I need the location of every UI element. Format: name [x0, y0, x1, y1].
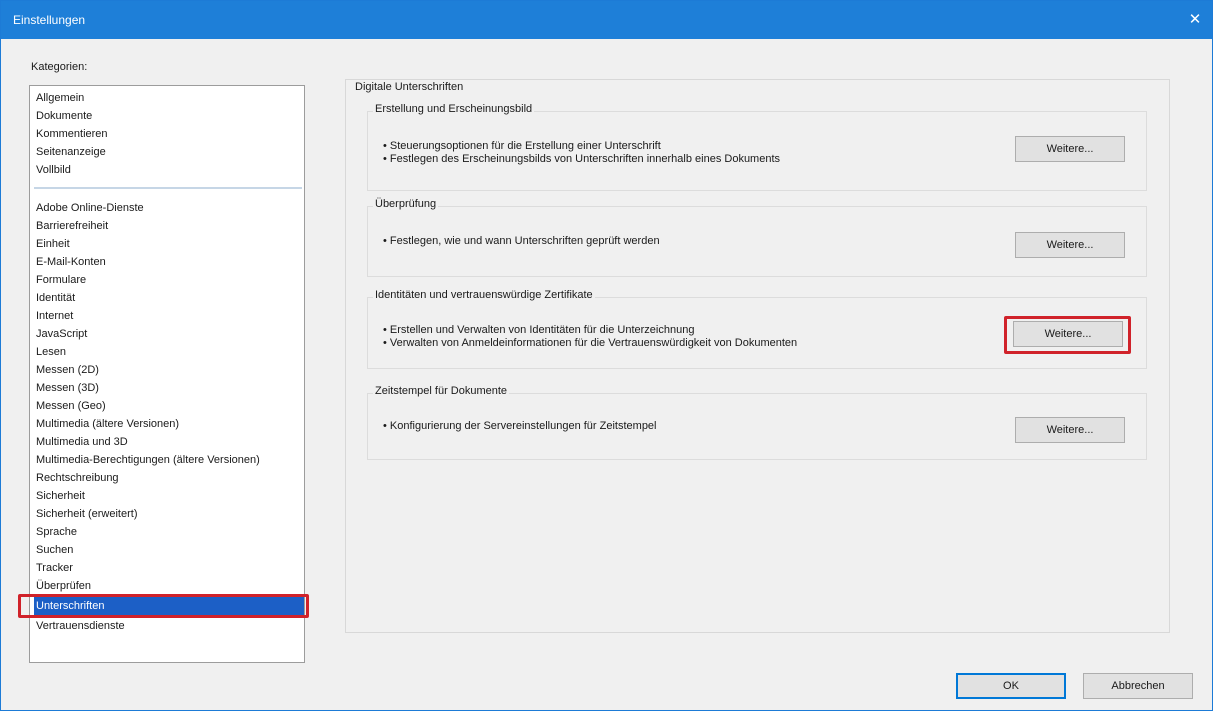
settings-dialog: Einstellungen ✕ Kategorien: Allgemein Do… — [0, 0, 1213, 711]
category-item[interactable]: Adobe Online-Dienste — [34, 199, 304, 217]
section-title: Überprüfung — [373, 198, 439, 210]
window-title: Einstellungen — [13, 13, 86, 27]
verification-more-button[interactable]: Weitere... — [1015, 232, 1125, 258]
category-item[interactable]: Internet — [34, 307, 304, 325]
category-item[interactable]: Seitenanzeige — [34, 143, 304, 161]
categories-list[interactable]: Allgemein Dokumente Kommentieren Seitena… — [29, 85, 305, 663]
category-separator — [34, 187, 302, 189]
category-item[interactable]: Messen (2D) — [34, 361, 304, 379]
category-item[interactable]: Allgemein — [34, 89, 304, 107]
category-item[interactable]: Vollbild — [34, 161, 304, 179]
section-bullet: • Festlegen, wie und wann Unterschriften… — [383, 235, 660, 247]
category-item[interactable]: Messen (3D) — [34, 379, 304, 397]
category-item[interactable]: Identität — [34, 289, 304, 307]
section-title: Identitäten und vertrauenswürdige Zertif… — [373, 289, 595, 301]
category-item[interactable]: Überprüfen — [34, 577, 304, 595]
category-item-selected[interactable]: Unterschriften — [34, 597, 304, 615]
digital-signatures-title: Digitale Unterschriften — [353, 81, 466, 93]
cancel-button[interactable]: Abbrechen — [1083, 673, 1193, 699]
creation-more-button[interactable]: Weitere... — [1015, 136, 1125, 162]
section-title: Erstellung und Erscheinungsbild — [373, 103, 535, 115]
categories-label: Kategorien: — [31, 61, 88, 73]
category-item[interactable]: Multimedia-Berechtigungen (ältere Versio… — [34, 451, 304, 469]
timestamps-more-button[interactable]: Weitere... — [1015, 417, 1125, 443]
category-item[interactable]: JavaScript — [34, 325, 304, 343]
category-item[interactable]: Kommentieren — [34, 125, 304, 143]
close-icon[interactable]: ✕ — [1182, 7, 1208, 33]
title-bar[interactable]: Einstellungen ✕ — [1, 1, 1212, 39]
identities-more-button[interactable]: Weitere... — [1013, 321, 1123, 347]
category-item[interactable]: Multimedia (ältere Versionen) — [34, 415, 304, 433]
category-item[interactable]: Vertrauensdienste — [34, 617, 304, 635]
category-item[interactable]: Messen (Geo) — [34, 397, 304, 415]
section-bullet: • Konfigurierung der Servereinstellungen… — [383, 420, 657, 432]
category-item[interactable]: Sprache — [34, 523, 304, 541]
category-item[interactable]: Multimedia und 3D — [34, 433, 304, 451]
category-item[interactable]: Lesen — [34, 343, 304, 361]
category-item[interactable]: E-Mail-Konten — [34, 253, 304, 271]
category-item[interactable]: Tracker — [34, 559, 304, 577]
category-item[interactable]: Suchen — [34, 541, 304, 559]
category-item[interactable]: Rechtschreibung — [34, 469, 304, 487]
category-item[interactable]: Barrierefreiheit — [34, 217, 304, 235]
section-bullet: • Festlegen des Erscheinungsbilds von Un… — [383, 153, 781, 165]
category-item[interactable]: Dokumente — [34, 107, 304, 125]
section-bullet: • Steuerungsoptionen für die Erstellung … — [383, 140, 661, 152]
section-title: Zeitstempel für Dokumente — [373, 385, 510, 397]
category-item[interactable]: Sicherheit (erweitert) — [34, 505, 304, 523]
ok-button[interactable]: OK — [956, 673, 1066, 699]
category-item[interactable]: Sicherheit — [34, 487, 304, 505]
category-item[interactable]: Formulare — [34, 271, 304, 289]
section-bullet: • Erstellen und Verwalten von Identitäte… — [383, 324, 695, 336]
section-bullet: • Verwalten von Anmeldeinformationen für… — [383, 337, 798, 349]
category-item[interactable]: Einheit — [34, 235, 304, 253]
